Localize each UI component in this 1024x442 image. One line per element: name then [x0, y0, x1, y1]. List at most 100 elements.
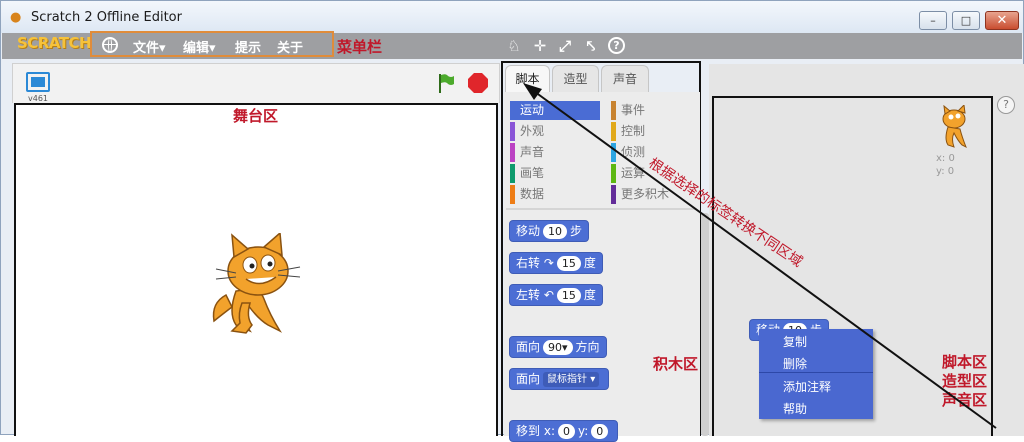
- category-looks[interactable]: 外观: [510, 122, 600, 141]
- category-events[interactable]: 事件: [611, 101, 696, 120]
- grow-icon[interactable]: ⤢: [556, 37, 574, 55]
- block-x-input[interactable]: 0: [558, 424, 575, 439]
- help-circle-icon[interactable]: ?: [997, 96, 1015, 114]
- duplicate-icon[interactable]: ♘: [505, 37, 523, 55]
- block-y-input[interactable]: 0: [591, 424, 609, 439]
- block-input[interactable]: 10: [543, 224, 568, 239]
- block-suffix: 方向: [575, 340, 600, 354]
- category-label: 画笔: [520, 166, 545, 180]
- window-title: Scratch 2 Offline Editor: [31, 10, 182, 25]
- block-suffix: 度: [583, 288, 596, 302]
- menu-edit[interactable]: 编辑▾: [183, 37, 216, 56]
- maximize-button[interactable]: □: [952, 11, 980, 30]
- stop-icon[interactable]: [468, 73, 488, 93]
- block-move-steps[interactable]: 移动 10 步: [509, 220, 590, 242]
- category-label: 侦测: [621, 145, 646, 159]
- category-swatch: [510, 122, 515, 141]
- editor-window: ● Scratch 2 Offline Editor – □ ✕ SCRATCH…: [0, 0, 1024, 442]
- category-label: 事件: [621, 103, 646, 117]
- category-swatch: [510, 164, 515, 183]
- block-suffix: 步: [570, 224, 583, 238]
- block-y-label: y:: [578, 424, 589, 438]
- context-menu-delete[interactable]: 删除: [783, 355, 807, 372]
- block-point-towards[interactable]: 面向 鼠标指针 ▾: [509, 368, 610, 390]
- block-input[interactable]: 15: [556, 256, 581, 271]
- context-menu-add-comment[interactable]: 添加注释: [783, 378, 831, 395]
- category-sound[interactable]: 声音: [510, 143, 600, 162]
- block-x-label: x:: [543, 424, 555, 438]
- block-input[interactable]: 90▾: [543, 340, 573, 355]
- context-menu-help[interactable]: 帮助: [783, 400, 807, 417]
- presentation-mode-icon[interactable]: [26, 72, 50, 92]
- language-globe-icon[interactable]: [102, 37, 118, 53]
- category-swatch: [611, 164, 616, 183]
- menu-file[interactable]: 文件▾: [133, 37, 166, 56]
- context-menu-separator: [759, 372, 873, 373]
- category-swatch: [510, 143, 515, 162]
- turn-left-icon: ↶: [543, 288, 554, 302]
- category-label: 外观: [520, 124, 545, 138]
- context-menu-duplicate[interactable]: 复制: [783, 333, 807, 350]
- category-label: 更多积木: [621, 187, 670, 201]
- context-menu: 复制 删除 添加注释 帮助: [759, 329, 873, 419]
- sounds-annotation: 声音区: [942, 391, 988, 409]
- close-icon: ✕: [996, 13, 1008, 28]
- category-data[interactable]: 数据: [510, 185, 600, 204]
- menubar-annotation: 菜单栏: [337, 38, 383, 56]
- close-button[interactable]: ✕: [985, 11, 1019, 30]
- category-motion[interactable]: 运动: [510, 101, 600, 120]
- category-swatch: [611, 122, 616, 141]
- minimize-button[interactable]: –: [919, 11, 947, 30]
- category-label: 运动: [520, 103, 545, 117]
- help-icon[interactable]: ?: [608, 37, 625, 54]
- category-label: 数据: [520, 187, 545, 201]
- block-suffix: 度: [583, 256, 596, 270]
- tab-sounds[interactable]: 声音: [601, 65, 649, 92]
- tab-costumes[interactable]: 造型: [552, 65, 599, 92]
- category-control[interactable]: 控制: [611, 122, 696, 141]
- stage-header: [12, 63, 500, 103]
- maximize-icon: □: [960, 14, 972, 27]
- category-label: 控制: [621, 124, 646, 138]
- title-bar: ● Scratch 2 Offline Editor: [1, 1, 1023, 33]
- minimize-icon: –: [930, 14, 936, 27]
- block-goto-xy[interactable]: 移到 x: 0 y: 0: [509, 420, 619, 442]
- palette-divider: [506, 208, 696, 210]
- category-swatch: [510, 101, 515, 120]
- delete-icon[interactable]: ✛: [531, 37, 549, 55]
- turn-right-icon: ↷: [543, 256, 554, 270]
- menu-tips[interactable]: 提示: [235, 37, 261, 56]
- block-label: 移动: [516, 224, 541, 238]
- cat-sprite[interactable]: [206, 233, 304, 337]
- block-point-direction[interactable]: 面向 90▾ 方向: [509, 336, 607, 358]
- block-label: 面向: [516, 372, 541, 386]
- stage-annotation: 舞台区: [233, 107, 279, 125]
- block-turn-left[interactable]: 左转 ↶ 15 度: [509, 284, 603, 306]
- version-label: v461: [28, 94, 49, 103]
- block-label: 移到: [516, 424, 541, 438]
- category-label: 运算: [621, 166, 646, 180]
- category-label: 声音: [520, 145, 545, 159]
- category-swatch: [510, 185, 515, 204]
- block-label: 左转: [516, 288, 541, 302]
- menu-about[interactable]: 关于: [277, 37, 303, 56]
- palette-scrollbar[interactable]: [701, 213, 709, 436]
- sprite-x-readout: x: 0: [936, 153, 955, 164]
- category-swatch: [611, 143, 616, 162]
- block-dropdown[interactable]: 鼠标指针 ▾: [543, 372, 600, 387]
- scripts-annotation: 脚本区: [942, 353, 988, 371]
- block-turn-right[interactable]: 右转 ↷ 15 度: [509, 252, 603, 274]
- costumes-annotation: 造型区: [942, 372, 988, 390]
- block-input[interactable]: 15: [556, 288, 581, 303]
- scratch-logo[interactable]: SCRATCH: [17, 34, 92, 52]
- green-flag-icon[interactable]: [437, 73, 455, 93]
- block-label: 面向: [516, 340, 541, 354]
- tab-scripts[interactable]: 脚本: [505, 65, 550, 92]
- category-pen[interactable]: 画笔: [510, 164, 600, 183]
- sprite-y-readout: y: 0: [936, 166, 955, 177]
- scratch-cat-icon: ●: [10, 10, 22, 25]
- category-swatch: [611, 101, 616, 120]
- shrink-icon[interactable]: ⤣: [582, 37, 600, 55]
- blocks-annotation: 积木区: [653, 355, 699, 373]
- block-label: 右转: [516, 256, 541, 270]
